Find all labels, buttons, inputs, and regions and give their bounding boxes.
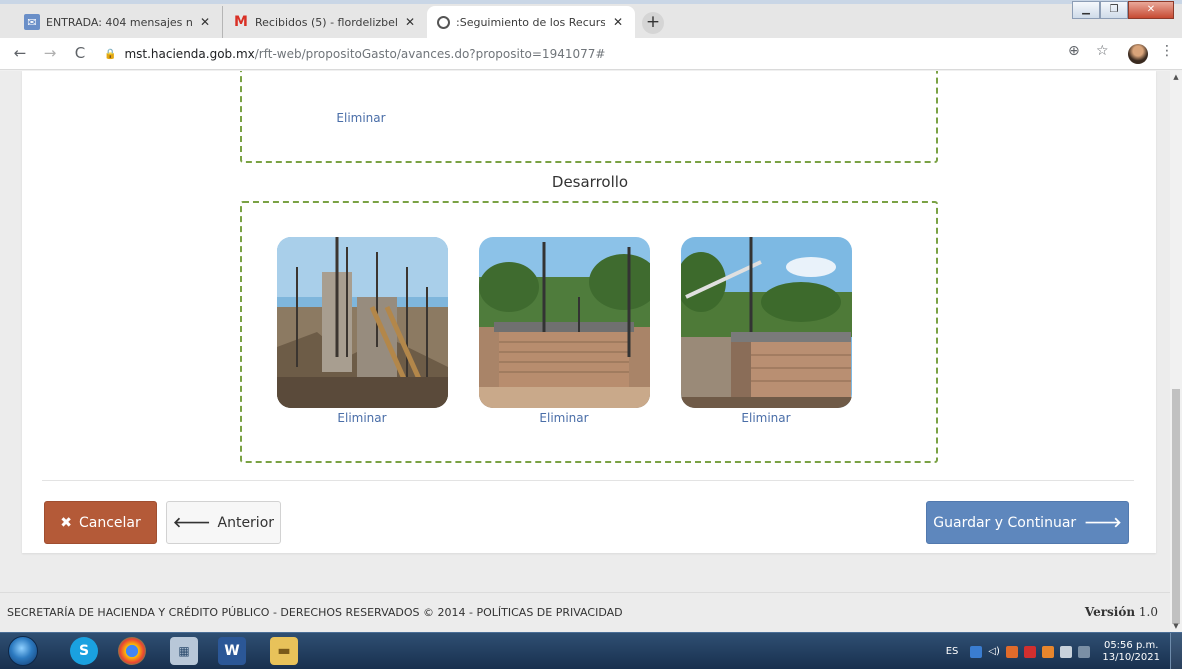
footer-legal-text: SECRETARÍA DE HACIENDA Y CRÉDITO PÚBLICO… [7,606,623,619]
window-close-button[interactable]: ✕ [1128,1,1174,19]
tab-outlook[interactable]: ✉ ENTRADA: 404 mensajes no leíd ✕ [14,6,222,38]
cancel-label: Cancelar [78,514,141,531]
save-continue-label: Guardar y Continuar [933,514,1077,531]
tray-printer-icon[interactable] [1060,645,1073,658]
save-continue-button[interactable]: Guardar y Continuar 🡒 [926,501,1129,544]
form-divider [42,480,1134,481]
new-tab-button[interactable]: + [642,12,664,34]
close-tab-icon[interactable]: ✕ [611,15,625,29]
previous-button[interactable]: 🡐 Anterior [166,501,281,544]
page-viewport: Eliminar Desarrollo Eliminar Eliminar El… [0,71,1170,632]
construction-photo-1 [277,237,448,408]
address-bar[interactable]: 🔒 mst.hacienda.gob.mx/rft-web/propositoG… [104,42,1074,66]
window-controls: ▁ ❐ ✕ [1072,1,1174,19]
page-scrollbar[interactable]: ▲ ▼ [1170,71,1182,632]
url-path: /rft-web/propositoGasto/avances.do?propo… [254,47,606,61]
version-label: Versión [1084,605,1136,619]
delete-photo-1-link[interactable]: Eliminar [277,411,447,425]
close-tab-icon[interactable]: ✕ [198,15,212,29]
browser-tab-strip: ✉ ENTRADA: 404 mensajes no leíd ✕ M Reci… [0,0,1182,38]
tray-display-icon[interactable] [1078,645,1091,658]
tray-update-icon[interactable] [1042,645,1055,658]
tab-gmail[interactable]: M Recibidos (5) - flordelizbelencruz ✕ [222,6,427,38]
tab-seguimiento[interactable]: :Seguimiento de los Recursos Fe ✕ [427,6,635,38]
forward-arrow-icon[interactable]: → [40,44,60,62]
delete-photo-2-link[interactable]: Eliminar [479,411,649,425]
tray-flag-icon[interactable] [1024,645,1037,658]
delete-photo-3-link[interactable]: Eliminar [681,411,851,425]
clock-date: 13/10/2021 [1102,651,1160,663]
zoom-icon[interactable]: ⊕ [1068,43,1080,59]
version-text: Versión 1.0 [1085,605,1158,619]
scrollbar-thumb[interactable] [1172,389,1180,624]
system-tray: ES ◁) 05:56 p.m. 13/10/2021 [946,633,1182,669]
tab-title: ENTRADA: 404 mensajes no leíd [46,15,192,29]
content-panel: Eliminar Desarrollo Eliminar Eliminar El… [22,71,1156,553]
arrow-left-icon: 🡐 [172,515,211,531]
browser-toolbar: ← → C 🔒 mst.hacienda.gob.mx/rft-web/prop… [0,38,1182,70]
globe-icon [437,15,450,29]
word-icon[interactable]: W [218,637,246,665]
tray-app-icon[interactable] [970,645,983,658]
folder-icon[interactable]: ▬ [270,637,298,665]
url-host: mst.hacienda.gob.mx [124,47,255,61]
page-footer: SECRETARÍA DE HACIENDA Y CRÉDITO PÚBLICO… [0,592,1170,632]
volume-icon[interactable]: ◁) [988,646,1000,658]
taskbar-clock[interactable]: 05:56 p.m. 13/10/2021 [1102,640,1160,664]
mail-icon: ✉ [24,14,40,30]
previous-photo-box: Eliminar [240,71,938,163]
maximize-button[interactable]: ❐ [1100,1,1128,19]
chrome-icon[interactable] [118,637,146,665]
menu-dots-icon[interactable]: ⋮ [1160,43,1174,59]
language-indicator[interactable]: ES [946,646,959,657]
version-number: 1.0 [1138,605,1158,619]
section-title: Desarrollo [551,173,629,191]
lock-icon: 🔒 [104,48,117,60]
close-tab-icon[interactable]: ✕ [403,15,417,29]
gmail-icon: M [234,14,248,30]
back-arrow-icon[interactable]: ← [10,44,30,62]
x-icon: ✖ [60,514,72,531]
construction-photo-3 [681,237,852,408]
tab-strip-band [0,0,1182,4]
delete-link[interactable]: Eliminar [276,111,446,125]
cancel-button[interactable]: ✖ Cancelar [44,501,157,544]
clock-time: 05:56 p.m. [1103,639,1159,651]
reload-icon[interactable]: C [70,44,90,62]
show-desktop-button[interactable] [1170,633,1182,669]
previous-label: Anterior [217,514,275,531]
desarrollo-photo-box: Eliminar Eliminar Eliminar [240,201,938,463]
start-button[interactable] [8,636,38,666]
tab-title: :Seguimiento de los Recursos Fe [456,15,605,29]
profile-avatar[interactable] [1128,44,1148,64]
calculator-icon[interactable]: ▦ [170,637,198,665]
skype-icon[interactable]: S [70,637,98,665]
windows-taskbar: S ▦ W ▬ ES ◁) 05:56 p.m. 13/10/2021 [0,632,1182,669]
construction-photo-2 [479,237,650,408]
tray-network-icon[interactable] [1006,645,1019,658]
scroll-up-icon[interactable]: ▲ [1170,73,1182,81]
bookmark-star-icon[interactable]: ☆ [1096,43,1109,59]
minimize-button[interactable]: ▁ [1072,1,1100,19]
scroll-down-icon[interactable]: ▼ [1170,622,1182,630]
arrow-right-icon: 🡒 [1084,515,1122,531]
tab-title: Recibidos (5) - flordelizbelencruz [255,15,397,29]
